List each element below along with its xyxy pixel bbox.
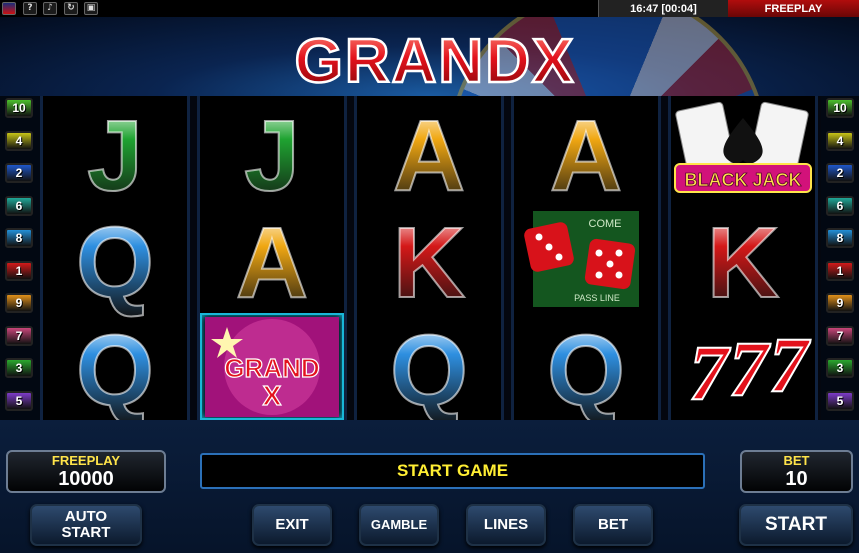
payline-marker: 9 [826, 293, 854, 313]
payline-marker: 3 [5, 358, 33, 378]
symbol-q: Q [43, 313, 187, 428]
fullscreen-icon[interactable]: ▣ [84, 2, 98, 15]
payline-marker: 9 [5, 293, 33, 313]
bet-label: BET [783, 452, 810, 468]
reel-area: J Q Q J A GRAND X A K Q A COME PASS LINE Q BLACK JACK K… [40, 96, 821, 428]
payline-marker: 6 [826, 195, 854, 216]
svg-text:Q: Q [547, 315, 625, 427]
symbol-q: Q [357, 313, 501, 428]
message-bar: START GAME [200, 453, 705, 489]
symbol-j: J [200, 98, 344, 213]
svg-text:GRAND: GRAND [224, 353, 319, 383]
exit-button[interactable]: EXIT [252, 504, 332, 546]
payline-marker: 8 [826, 228, 854, 248]
payline-marker: 7 [826, 325, 854, 346]
payline-marker: 1 [5, 260, 33, 281]
credits-value: 10000 [58, 467, 114, 490]
auto-start-label-line1: AUTO [64, 508, 108, 525]
symbol-a: A [514, 98, 658, 213]
payline-markers-right: 10 4 2 6 8 1 9 7 3 5 [821, 96, 859, 416]
payline-marker: 2 [826, 163, 854, 183]
reel-4: A COME PASS LINE Q [511, 96, 661, 428]
symbol-grand-x: GRAND X [200, 313, 344, 420]
symbol-777: 777 [671, 313, 815, 420]
uk-flag-icon[interactable] [2, 2, 16, 15]
svg-text:BLACK JACK: BLACK JACK [685, 170, 802, 190]
svg-text:K: K [393, 207, 465, 319]
payline-marker: 6 [5, 195, 33, 216]
svg-text:J: J [244, 100, 300, 212]
payline-marker: 10 [5, 98, 33, 118]
symbol-q: Q [514, 313, 658, 428]
reel-2: J A GRAND X [197, 96, 347, 420]
svg-text:7: 7 [729, 325, 771, 412]
symbol-k: K [357, 206, 501, 320]
symbol-j: J [43, 98, 187, 213]
payline-marker: 2 [5, 163, 33, 183]
payline-markers-left: 10 4 2 6 8 1 9 7 3 5 [0, 96, 38, 416]
payline-marker: 7 [5, 325, 33, 346]
symbol-a: A [200, 206, 344, 320]
payline-marker: 3 [826, 358, 854, 378]
credits-panel: FREEPLAY 10000 [6, 450, 166, 493]
payline-marker: 10 [826, 98, 854, 118]
mode-badge: FREEPLAY [728, 0, 859, 17]
payline-marker: 5 [5, 390, 33, 411]
svg-text:X: X [263, 380, 282, 411]
svg-text:K: K [707, 207, 779, 319]
help-icon[interactable]: ? [23, 2, 37, 15]
clock: 16:47 [00:04] [598, 0, 728, 17]
svg-text:A: A [393, 100, 465, 212]
symbol-dice: COME PASS LINE [514, 206, 658, 313]
bet-panel: BET 10 [740, 450, 853, 493]
auto-start-label-line2: START [61, 524, 111, 541]
game-header: GRANDX [0, 0, 859, 309]
refresh-icon[interactable]: ↻ [64, 2, 78, 15]
reel-3: AKQ [354, 96, 504, 428]
reel-1: JQQ [40, 96, 190, 428]
lines-button[interactable]: LINES [466, 504, 546, 546]
credits-label: FREEPLAY [51, 452, 121, 468]
svg-text:Q: Q [76, 207, 154, 319]
svg-text:Q: Q [390, 315, 468, 427]
bet-button[interactable]: BET [573, 504, 653, 546]
bet-value: 10 [785, 467, 808, 490]
payline-marker: 5 [826, 390, 854, 411]
start-button[interactable]: START [739, 504, 853, 546]
symbol-a: A [357, 98, 501, 213]
symbol-blackjack: BLACK JACK [671, 98, 815, 205]
reel-5: BLACK JACK K 7 7 7 [668, 96, 818, 420]
svg-text:GRANDX: GRANDX [295, 27, 576, 94]
svg-text:A: A [550, 100, 622, 212]
game-logo: GRANDX [293, 26, 576, 94]
svg-text:J: J [87, 100, 143, 212]
gamble-button[interactable]: GAMBLE [359, 504, 439, 546]
svg-text:A: A [236, 207, 308, 319]
svg-text:PASS LINE: PASS LINE [574, 293, 620, 303]
svg-text:COME: COME [589, 218, 622, 230]
symbol-q: Q [43, 206, 187, 320]
symbol-k: K [671, 206, 815, 320]
payline-marker: 8 [5, 228, 33, 248]
svg-text:7: 7 [769, 321, 811, 408]
payline-marker: 4 [826, 130, 854, 151]
auto-start-button[interactable]: AUTO START [30, 504, 142, 546]
sound-icon[interactable]: ♪ [43, 2, 57, 15]
svg-text:7: 7 [689, 329, 731, 416]
svg-text:Q: Q [76, 315, 154, 427]
payline-marker: 4 [5, 130, 33, 151]
payline-marker: 1 [826, 260, 854, 281]
top-bar: ? ♪ ↻ ▣ 16:47 [00:04] FREEPLAY [0, 0, 859, 17]
